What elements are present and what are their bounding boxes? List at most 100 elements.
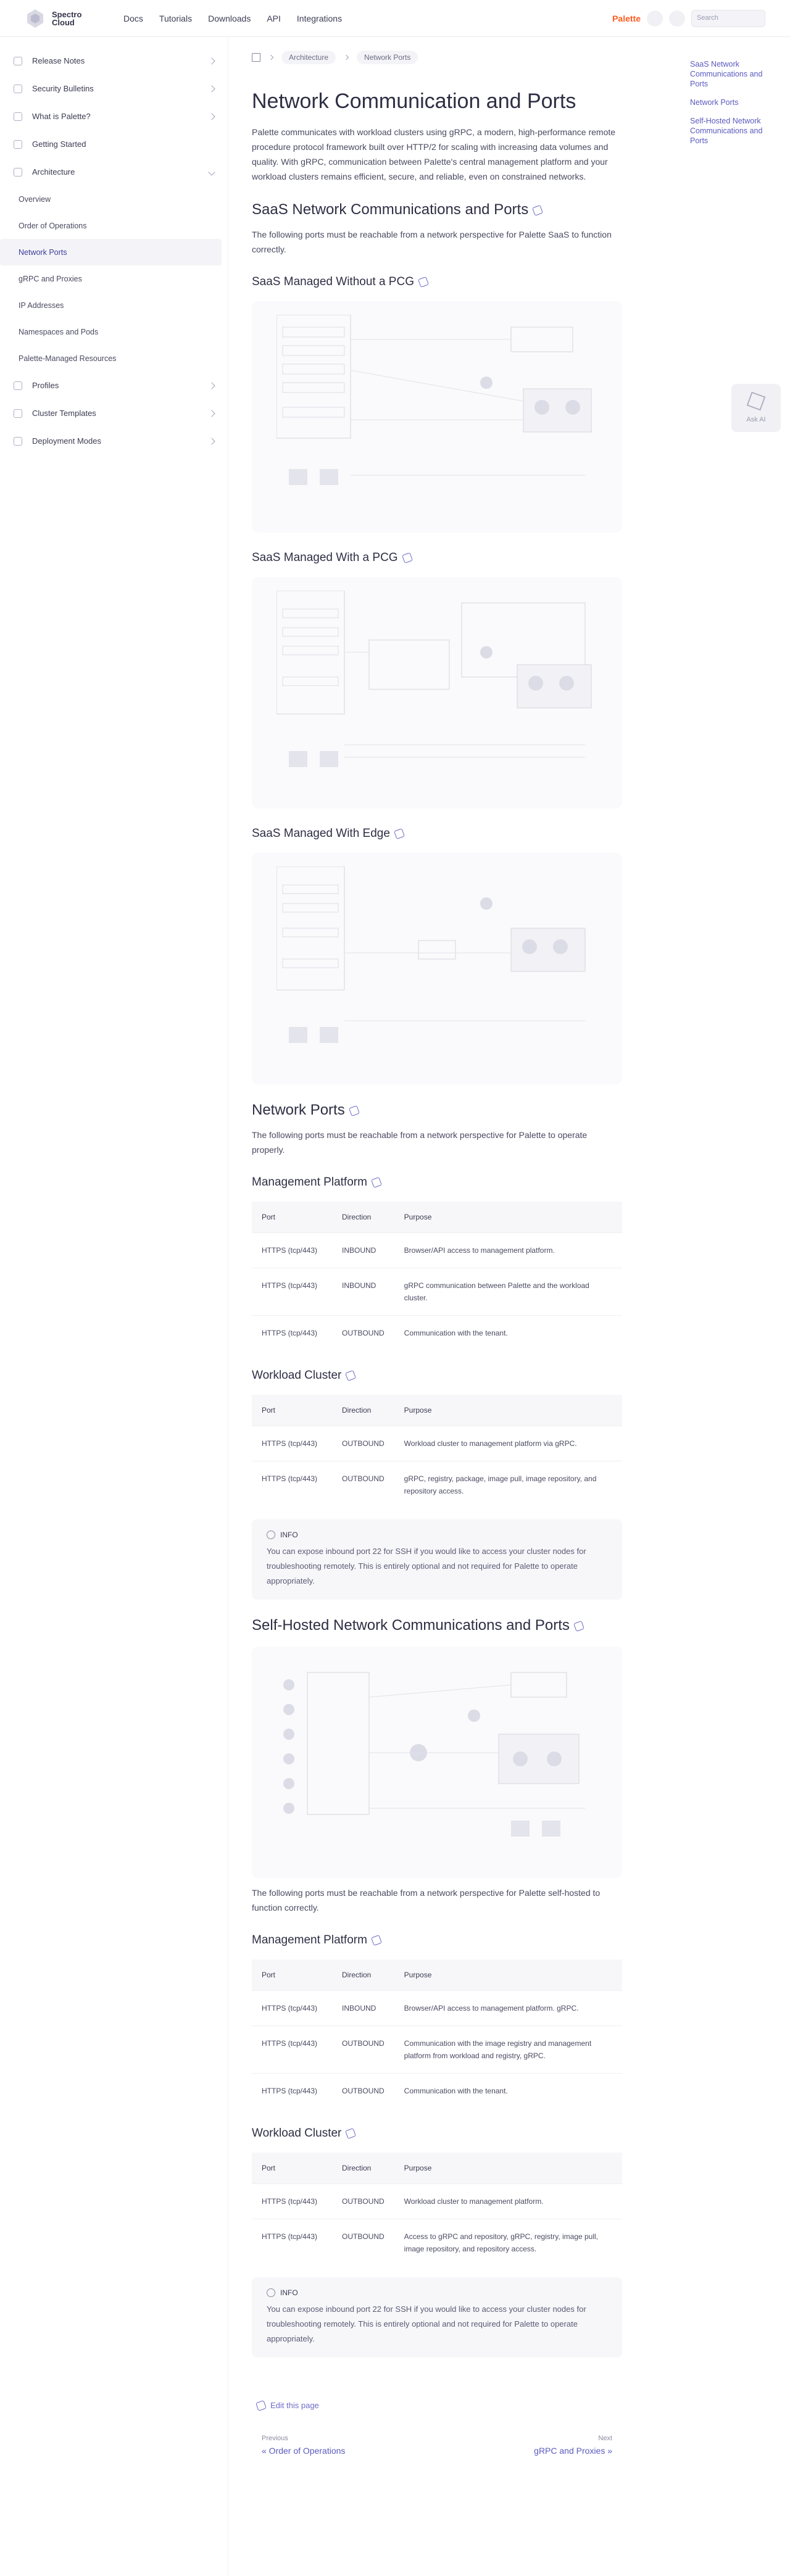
table-row: HTTPS (tcp/443) OUTBOUND gRPC, registry,… xyxy=(252,1461,622,1508)
main-content: Architecture Network Ports Network Commu… xyxy=(252,37,622,2456)
breadcrumb-current: Network Ports xyxy=(357,51,418,64)
nav-link-integrations[interactable]: Integrations xyxy=(297,14,342,23)
pcg-with-heading: SaaS Managed With a PCG xyxy=(252,550,622,566)
sidebar-item-security-bulletins[interactable]: Security Bulletins xyxy=(0,75,228,102)
sidebar-sub-order-of-operations[interactable]: Order of Operations xyxy=(0,212,228,239)
chevron-right-icon[interactable] xyxy=(208,57,215,65)
sidebar-item-label: Getting Started xyxy=(32,139,86,149)
nav-link-api[interactable]: API xyxy=(267,14,281,23)
page-title: Network Communication and Ports xyxy=(252,89,576,113)
search-input[interactable]: Search xyxy=(691,10,765,27)
toc-item-saas[interactable]: SaaS Network Communications and Ports xyxy=(690,59,764,89)
chevron-right-icon[interactable] xyxy=(208,381,215,389)
deployment-icon xyxy=(14,436,22,446)
nav-link-docs[interactable]: Docs xyxy=(123,14,143,23)
mgmt-ports-table: Port Direction Purpose HTTPS (tcp/443) I… xyxy=(252,1202,622,1350)
info-icon xyxy=(267,2288,275,2297)
link-anchor-icon[interactable] xyxy=(393,828,405,839)
info-icon xyxy=(267,1531,275,1539)
breadcrumb-architecture[interactable]: Architecture xyxy=(281,51,336,64)
workload-ports-table: Port Direction Purpose HTTPS (tcp/443) O… xyxy=(252,1395,622,1508)
link-anchor-icon[interactable] xyxy=(532,204,544,216)
sidebar-item-label: Architecture xyxy=(32,167,75,177)
link-anchor-icon[interactable] xyxy=(418,276,429,288)
sidebar-item-getting-started[interactable]: Getting Started xyxy=(0,130,228,158)
intro-paragraph: Palette communicates with workload clust… xyxy=(252,127,616,181)
link-anchor-icon[interactable] xyxy=(345,2128,357,2139)
table-of-contents: SaaS Network Communications and Ports Ne… xyxy=(690,59,764,154)
theme-toggle-icon[interactable] xyxy=(669,10,685,27)
sidebar-item-label: What is Palette? xyxy=(32,112,91,121)
pcg-none-heading: SaaS Managed Without a PCG xyxy=(252,274,622,290)
sidebar-item-what-is-palette[interactable]: What is Palette? xyxy=(0,102,228,130)
info-callout-body: You can expose inbound port 22 for SSH i… xyxy=(267,2304,586,2343)
sidebar-sub-overview[interactable]: Overview xyxy=(0,186,228,212)
home-icon[interactable] xyxy=(252,53,260,62)
network-diagram xyxy=(276,315,592,485)
release-notes-icon xyxy=(14,56,22,65)
spectro-logo-icon xyxy=(27,9,43,28)
chevron-right-icon[interactable] xyxy=(208,437,215,445)
sidebar-sub-namespaces-pods[interactable]: Namespaces and Pods xyxy=(0,318,228,345)
pencil-icon xyxy=(256,2399,267,2411)
table-row: HTTPS (tcp/443) OUTBOUND Workload cluste… xyxy=(252,2183,622,2219)
toc-item-self-hosted[interactable]: Self-Hosted Network Communications and P… xyxy=(690,116,764,146)
pager-next[interactable]: Next gRPC and Proxies » xyxy=(534,2435,612,2456)
edit-page-link[interactable]: Edit this page xyxy=(252,2399,622,2411)
sidebar: Release Notes Security Bulletins What is… xyxy=(0,37,228,2576)
chevron-down-icon[interactable] xyxy=(208,168,215,176)
diagram-self-hosted xyxy=(252,1647,622,1878)
feature-badge[interactable]: Palette xyxy=(612,14,641,23)
chevron-right-icon[interactable] xyxy=(208,85,215,93)
col-purpose: Purpose xyxy=(394,2153,622,2184)
sidebar-item-label: Security Bulletins xyxy=(32,84,94,93)
sidebar-item-label: Profiles xyxy=(32,381,59,390)
chevron-right-icon[interactable] xyxy=(208,112,215,120)
info-icon xyxy=(14,112,22,121)
chevron-right-icon[interactable] xyxy=(208,409,215,417)
link-anchor-icon[interactable] xyxy=(401,552,413,563)
architecture-icon xyxy=(14,167,22,177)
sidebar-sub-network-ports[interactable]: Network Ports xyxy=(0,239,222,265)
sidebar-sub-ip-addresses[interactable]: IP Addresses xyxy=(0,292,228,318)
brand-name: Spectro Cloud xyxy=(52,9,82,27)
network-diagram xyxy=(276,591,592,767)
nav-link-tutorials[interactable]: Tutorials xyxy=(159,14,192,23)
toc-item-network-ports[interactable]: Network Ports xyxy=(690,98,764,107)
self-workload-ports-table: Port Direction Purpose HTTPS (tcp/443) O… xyxy=(252,2153,622,2266)
link-anchor-icon[interactable] xyxy=(345,1370,357,1381)
sidebar-item-cluster-templates[interactable]: Cluster Templates xyxy=(0,399,228,427)
ask-ai-button[interactable]: Ask AI xyxy=(731,384,781,432)
self-hosted-heading: Self-Hosted Network Communications and P… xyxy=(252,1616,622,1635)
sidebar-sub-palette-managed-resources[interactable]: Palette-Managed Resources xyxy=(0,345,228,372)
github-icon[interactable] xyxy=(647,10,663,27)
top-nav: Spectro Cloud Docs Tutorials Downloads AP… xyxy=(0,0,790,37)
mgmt-platform-heading: Management Platform xyxy=(252,1174,622,1190)
link-anchor-icon[interactable] xyxy=(370,1177,382,1188)
self-workload-heading: Workload Cluster xyxy=(252,2125,622,2142)
link-anchor-icon[interactable] xyxy=(348,1105,360,1116)
sidebar-item-release-notes[interactable]: Release Notes xyxy=(0,47,228,75)
template-icon xyxy=(14,409,22,418)
brand-logo[interactable]: Spectro Cloud xyxy=(25,8,111,29)
sidebar-item-architecture[interactable]: Architecture xyxy=(0,158,228,186)
sidebar-item-label: Cluster Templates xyxy=(32,409,96,418)
network-diagram xyxy=(276,866,586,1043)
col-purpose: Purpose xyxy=(394,1395,622,1426)
table-row: HTTPS (tcp/443) INBOUND Browser/API acce… xyxy=(252,1232,622,1268)
link-anchor-icon[interactable] xyxy=(573,1620,584,1632)
col-purpose: Purpose xyxy=(394,1959,622,1991)
link-anchor-icon[interactable] xyxy=(370,1935,382,1946)
col-port: Port xyxy=(252,2153,332,2184)
table-row: HTTPS (tcp/443) OUTBOUND Workload cluste… xyxy=(252,1426,622,1461)
info-callout-header: INFO xyxy=(267,1531,607,1539)
sidebar-item-profiles[interactable]: Profiles xyxy=(0,372,228,399)
diagram-saas-edge xyxy=(252,853,622,1084)
rocket-icon xyxy=(14,139,22,149)
pager-previous[interactable]: Previous « Order of Operations xyxy=(262,2435,345,2456)
sidebar-item-deployment-modes[interactable]: Deployment Modes xyxy=(0,427,228,455)
self-mgmt-heading: Management Platform xyxy=(252,1932,622,1948)
chevron-right-icon xyxy=(343,54,349,60)
sidebar-sub-grpc-proxies[interactable]: gRPC and Proxies xyxy=(0,265,228,292)
nav-link-downloads[interactable]: Downloads xyxy=(208,14,251,23)
